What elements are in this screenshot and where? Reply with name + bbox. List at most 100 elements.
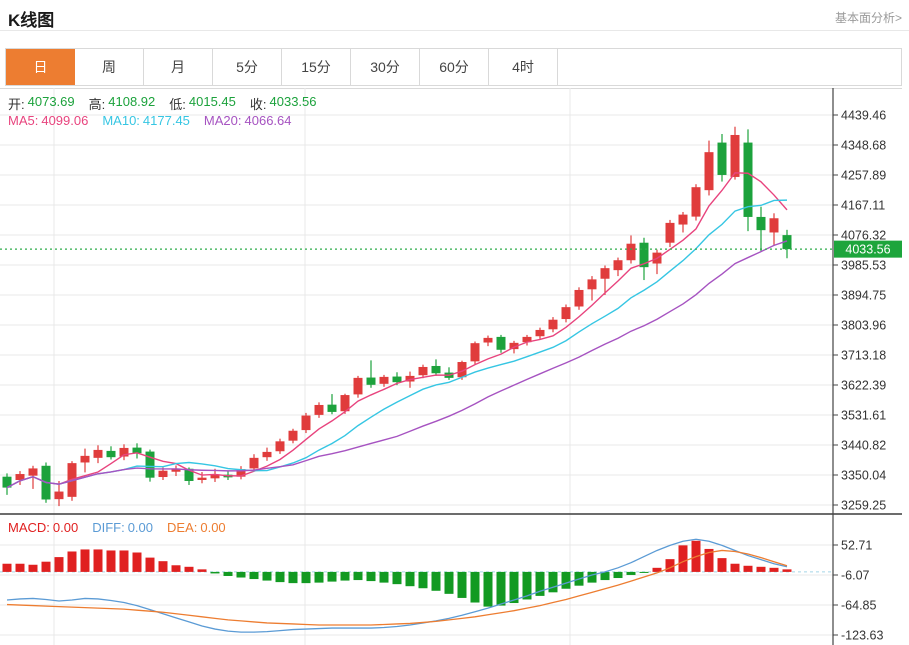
macd-bar bbox=[132, 552, 142, 572]
ma10-label: MA10: bbox=[102, 113, 140, 128]
macd-bar bbox=[275, 571, 285, 583]
price-tick-label: 3350.04 bbox=[841, 469, 886, 483]
macd-legend: MACD: 0.00 DIFF: 0.00 DEA: 0.00 bbox=[8, 520, 226, 535]
candle-body bbox=[548, 319, 558, 330]
macd-bar bbox=[769, 567, 779, 572]
macd-bar bbox=[730, 563, 740, 572]
candle-body bbox=[80, 455, 90, 463]
macd-bar bbox=[379, 571, 389, 583]
macd-bar bbox=[145, 557, 155, 572]
candle-body bbox=[301, 415, 311, 431]
price-tick-label: 4348.68 bbox=[841, 139, 886, 153]
macd-bar bbox=[15, 563, 25, 572]
ma5-value: 4099.06 bbox=[41, 113, 89, 128]
macd-bar bbox=[548, 571, 558, 593]
ma-legend: MA5: 4099.06 MA10: 4177.45 MA20: 4066.64 bbox=[8, 113, 292, 128]
candle-body bbox=[314, 404, 324, 415]
diff-value: 0.00 bbox=[127, 520, 154, 535]
macd-label: MACD: bbox=[8, 520, 50, 535]
macd-bar bbox=[223, 571, 233, 576]
macd-bar bbox=[613, 571, 623, 579]
candle-body bbox=[353, 377, 363, 395]
macd-bar bbox=[782, 569, 792, 572]
candle-body bbox=[158, 470, 168, 478]
candle-body bbox=[470, 343, 480, 362]
macd-bar bbox=[158, 561, 168, 572]
macd-bar bbox=[93, 549, 103, 572]
price-tick-label: 4076.32 bbox=[841, 229, 886, 243]
macd-bar bbox=[2, 563, 12, 572]
macd-bar bbox=[366, 571, 376, 582]
candle-body bbox=[262, 451, 272, 458]
macd-tick-label: 52.71 bbox=[841, 539, 872, 553]
dea-value: 0.00 bbox=[200, 520, 226, 535]
candle-body bbox=[483, 337, 493, 343]
macd-bar bbox=[210, 571, 220, 574]
macd-bar bbox=[236, 571, 246, 578]
candle-body bbox=[106, 450, 116, 458]
open-value: 4073.69 bbox=[27, 94, 75, 109]
macd-bar bbox=[678, 545, 688, 572]
macd-bar bbox=[743, 565, 753, 572]
candle-body bbox=[717, 142, 727, 175]
macd-bar bbox=[561, 571, 571, 589]
open-label: 开: bbox=[8, 97, 25, 112]
candle-body bbox=[93, 449, 103, 458]
macd-value: 0.00 bbox=[52, 520, 79, 535]
macd-bar bbox=[67, 551, 77, 572]
ma20-label: MA20: bbox=[203, 113, 242, 128]
candle-body bbox=[730, 134, 740, 177]
macd-bar bbox=[54, 557, 64, 572]
candle-body bbox=[535, 329, 545, 337]
macd-bar bbox=[301, 571, 311, 584]
candle-body bbox=[288, 430, 298, 441]
macd-tick-label: -64.85 bbox=[841, 599, 876, 613]
candle-body bbox=[678, 214, 688, 225]
candle-body bbox=[249, 457, 259, 469]
candle-body bbox=[769, 218, 779, 233]
candle-body bbox=[431, 365, 441, 374]
price-tick-label: 3531.61 bbox=[841, 409, 886, 423]
diff-label: DIFF: bbox=[92, 520, 125, 535]
macd-bar bbox=[288, 571, 298, 584]
macd-bar bbox=[444, 571, 454, 594]
candle-body bbox=[496, 336, 506, 350]
candle-body bbox=[54, 491, 64, 500]
close-label: 收: bbox=[249, 97, 267, 112]
candle-body bbox=[613, 260, 623, 271]
price-tick-label: 3985.53 bbox=[841, 259, 886, 273]
price-tick-label: 3440.82 bbox=[841, 439, 886, 453]
macd-bar bbox=[470, 571, 480, 603]
ma5-label: MA5: bbox=[8, 113, 39, 128]
candle-body bbox=[561, 307, 571, 320]
price-tick-label: 3259.25 bbox=[841, 499, 886, 513]
candle-body bbox=[197, 477, 207, 480]
ohlc-legend: 开: 4073.69 高: 4108.92 低: 4015.45 收: 4033.56 bbox=[8, 94, 317, 113]
macd-bar bbox=[639, 571, 649, 573]
candle-body bbox=[691, 187, 701, 217]
macd-bar bbox=[340, 571, 350, 581]
macd-bar bbox=[119, 550, 129, 572]
price-tick-label: 3894.75 bbox=[841, 289, 886, 303]
price-tick-label: 4257.89 bbox=[841, 169, 886, 183]
candle-body bbox=[626, 243, 636, 261]
dea-label: DEA: bbox=[167, 520, 198, 535]
macd-bar bbox=[418, 571, 428, 589]
ma20-value: 4066.64 bbox=[244, 113, 292, 128]
macd-bar bbox=[626, 571, 636, 575]
macd-tick-label: -123.63 bbox=[841, 629, 883, 643]
macd-bar bbox=[587, 571, 597, 583]
candle-body bbox=[327, 404, 337, 412]
low-label: 低: bbox=[169, 97, 186, 112]
macd-bar bbox=[262, 571, 272, 581]
kline-page: { "header": { "title": "K线图", "link": "基… bbox=[0, 0, 909, 645]
candle-body bbox=[665, 222, 675, 243]
candle-body bbox=[28, 468, 38, 476]
high-value: 4108.92 bbox=[108, 94, 156, 109]
candle-body bbox=[587, 279, 597, 290]
price-tick-label: 4167.11 bbox=[841, 199, 885, 213]
candle-body bbox=[275, 441, 285, 452]
candle-body bbox=[574, 289, 584, 307]
price-tick-label: 4439.46 bbox=[841, 109, 886, 123]
macd-tick-label: -6.07 bbox=[841, 569, 870, 583]
